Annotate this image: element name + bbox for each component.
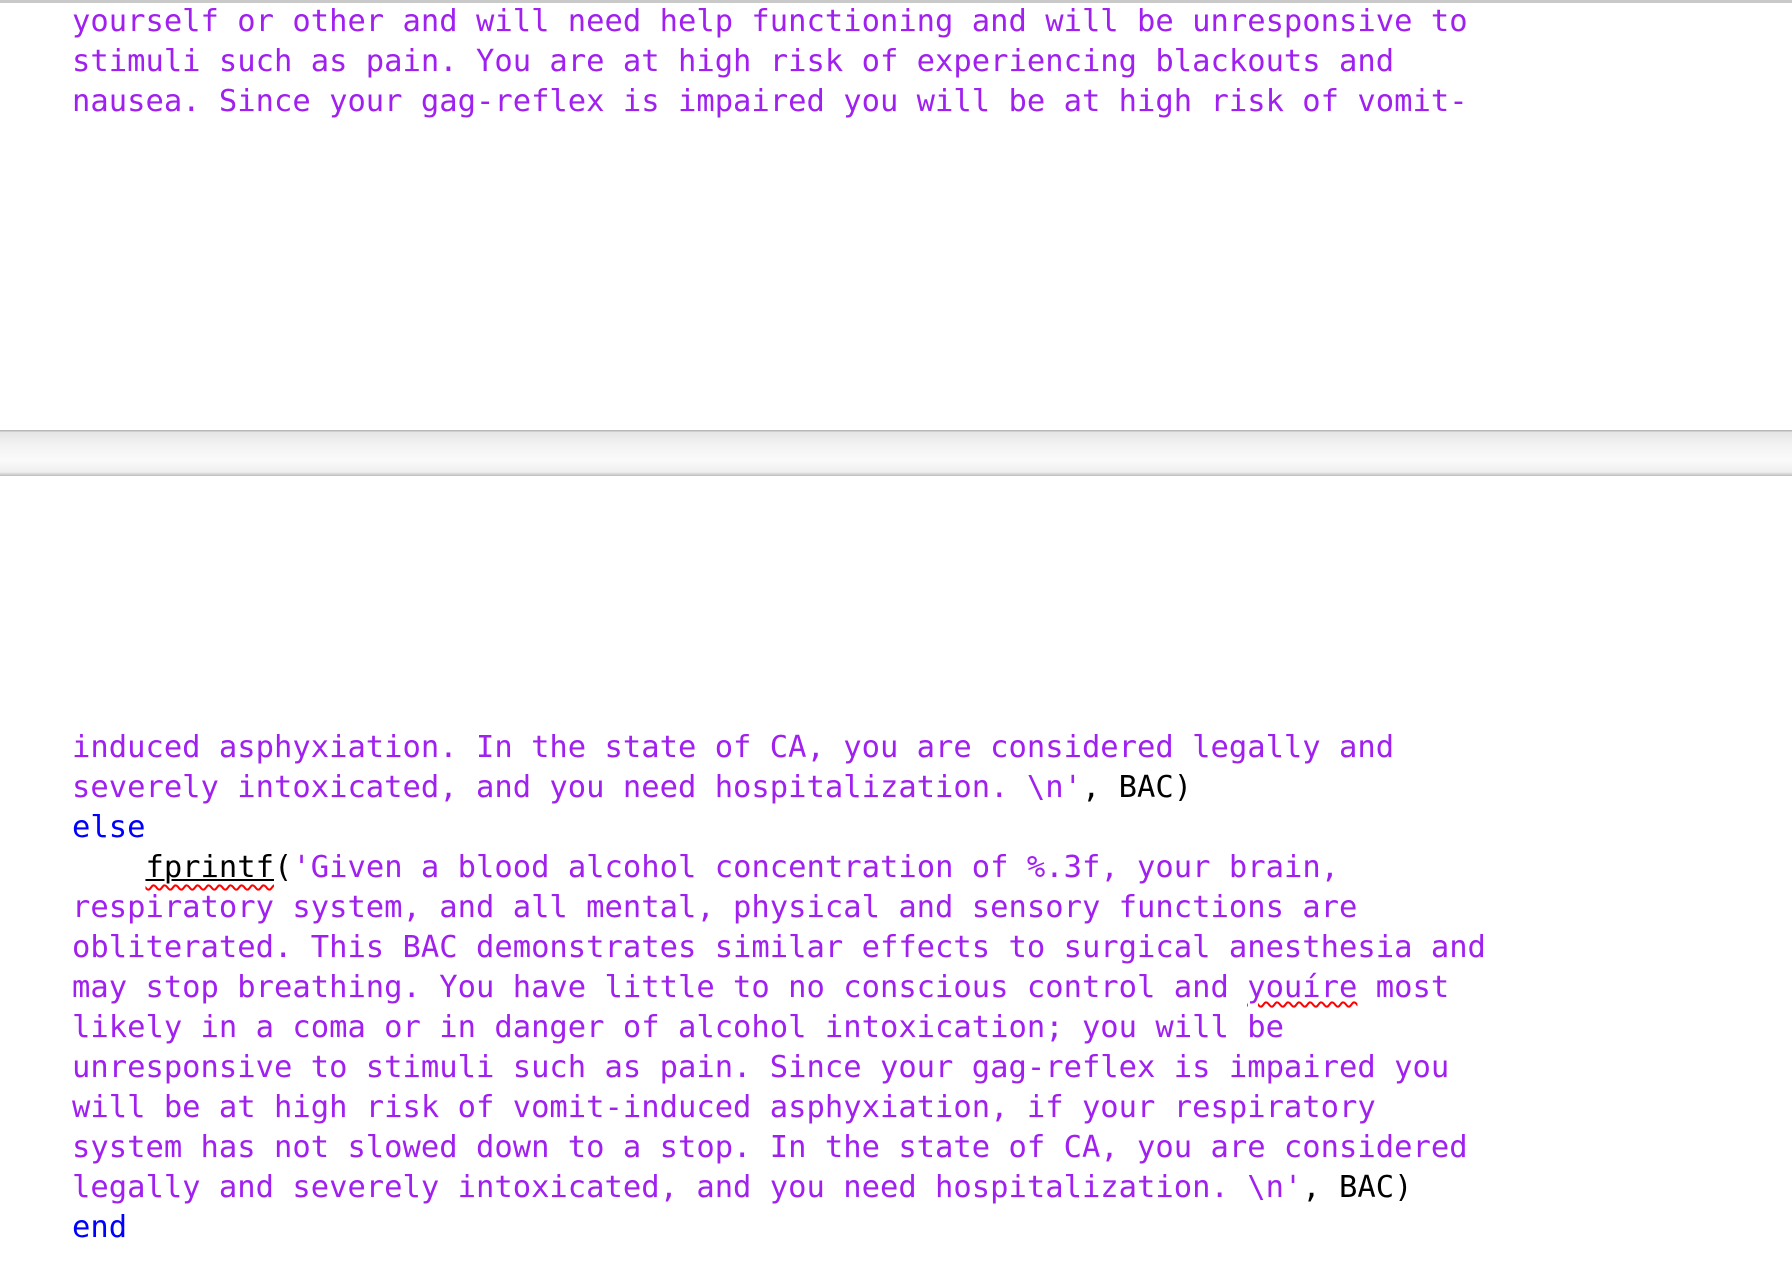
code-line[interactable]: yourself or other and will need help fun… (72, 2, 1772, 42)
string-literal-token: induced asphyxiation. In the state of CA… (72, 730, 1395, 765)
string-literal-token: 'Given a blood alcohol concentration of … (292, 850, 1340, 885)
code-line[interactable]: end (72, 1208, 1772, 1248)
string-literal-token: legally and severely intoxicated, and yo… (72, 1170, 1303, 1205)
string-literal-token: may stop breathing. You have little to n… (72, 970, 1248, 1005)
code-line[interactable]: induced asphyxiation. In the state of CA… (72, 728, 1772, 768)
code-line[interactable]: stimuli such as pain. You are at high ri… (72, 42, 1772, 82)
function-name-token[interactable]: fprintf (145, 850, 274, 885)
string-literal-token: stimuli such as pain. You are at high ri… (72, 44, 1395, 79)
code-line[interactable]: severely intoxicated, and you need hospi… (72, 768, 1772, 808)
string-literal-token: system has not slowed down to a stop. In… (72, 1130, 1468, 1165)
string-literal-token: yourself or other and will need help fun… (72, 4, 1468, 39)
code-line[interactable]: else (72, 808, 1772, 848)
code-line[interactable]: obliterated. This BAC demonstrates simil… (72, 928, 1772, 968)
string-literal-token: nausea. Since your gag-reflex is impaire… (72, 84, 1468, 119)
code-block-top[interactable]: yourself or other and will need help fun… (72, 2, 1772, 122)
code-block-bottom[interactable]: induced asphyxiation. In the state of CA… (72, 728, 1772, 1248)
string-literal-token: unresponsive to stimuli such as pain. Si… (72, 1050, 1450, 1085)
keyword-token: else (72, 810, 146, 845)
code-line[interactable]: nausea. Since your gag-reflex is impaire… (72, 82, 1772, 122)
code-line[interactable]: may stop breathing. You have little to n… (72, 968, 1772, 1008)
string-literal-token: respiratory system, and all mental, phys… (72, 890, 1358, 925)
code-line[interactable]: unresponsive to stimuli such as pain. Si… (72, 1048, 1772, 1088)
code-line[interactable]: will be at high risk of vomit-induced as… (72, 1088, 1772, 1128)
string-literal-token: severely intoxicated, and you need hospi… (72, 770, 1082, 805)
string-literal-token: will be at high risk of vomit-induced as… (72, 1090, 1376, 1125)
string-literal-token: most (1357, 970, 1450, 1005)
code-line[interactable]: legally and severely intoxicated, and yo… (72, 1168, 1772, 1208)
string-literal-token: obliterated. This BAC demonstrates simil… (72, 930, 1486, 965)
keyword-token: end (72, 1210, 128, 1245)
code-line[interactable]: likely in a coma or in danger of alcohol… (72, 1008, 1772, 1048)
misspelled-word: fprintf (145, 850, 274, 885)
plain-code-token: , BAC) (1302, 1170, 1413, 1205)
plain-code-token: , BAC) (1081, 770, 1193, 805)
misspelled-word: youíre (1247, 970, 1358, 1005)
page-break-separator (0, 430, 1792, 476)
code-line[interactable]: system has not slowed down to a stop. In… (72, 1128, 1772, 1168)
string-literal-token: likely in a coma or in danger of alcohol… (72, 1010, 1284, 1045)
code-line[interactable]: fprintf('Given a blood alcohol concentra… (72, 848, 1772, 888)
plain-code-token: ( (274, 850, 293, 885)
code-line[interactable]: respiratory system, and all mental, phys… (72, 888, 1772, 928)
